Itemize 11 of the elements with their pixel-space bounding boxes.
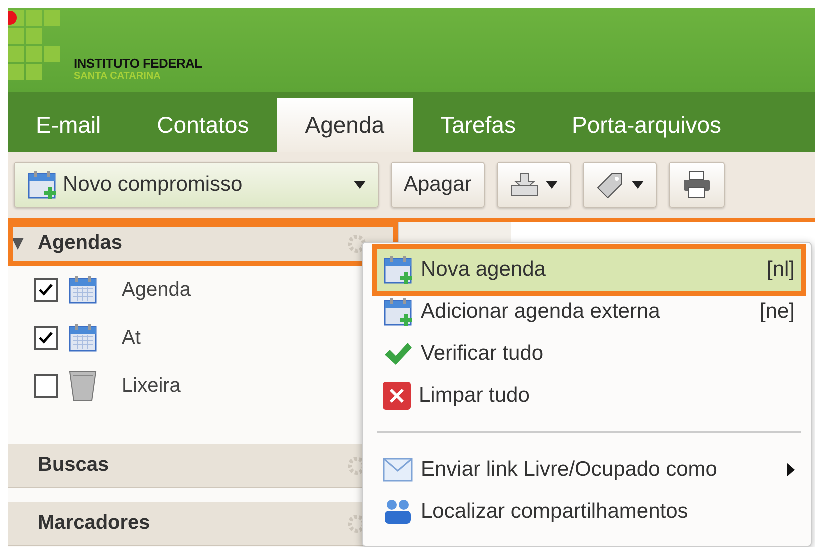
- app-tab[interactable]: Agenda: [277, 98, 413, 152]
- organization-name: INSTITUTO FEDERAL: [74, 56, 202, 71]
- section-header[interactable]: Agendas: [8, 222, 398, 266]
- app-tab[interactable]: Contatos: [129, 98, 278, 152]
- new-appointment-button[interactable]: Novo compromisso: [14, 162, 379, 208]
- app-tab[interactable]: Tarefas: [412, 98, 544, 152]
- menu-item[interactable]: Nova agenda [nl]: [377, 249, 801, 291]
- app-tab[interactable]: Porta-arquivos: [544, 98, 750, 152]
- organization-subtitle: SANTA CATARINA: [74, 71, 162, 82]
- delete-button[interactable]: Apagar: [391, 162, 485, 208]
- app-tab[interactable]: E-mail: [8, 98, 130, 152]
